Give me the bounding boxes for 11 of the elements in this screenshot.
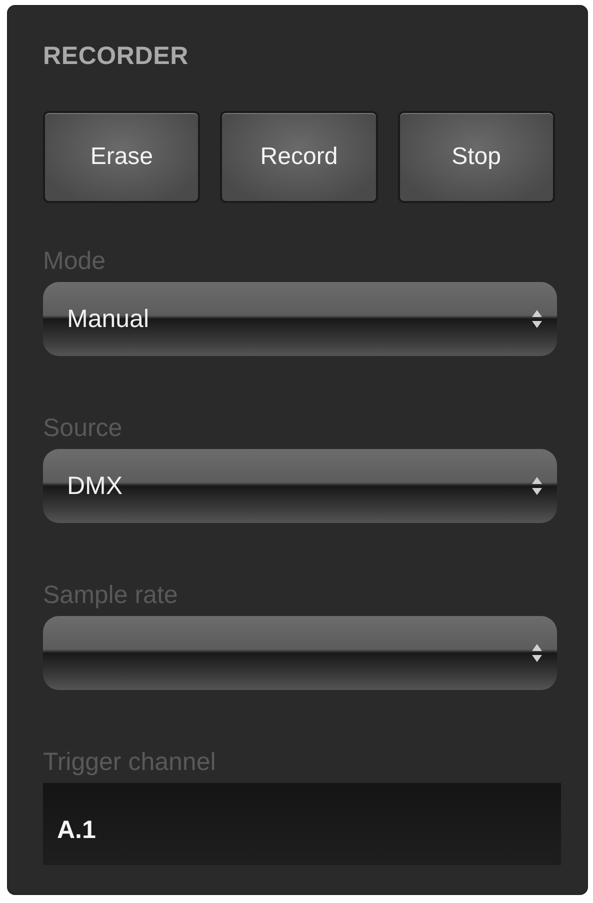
input-field[interactable]: A.1 xyxy=(43,783,561,865)
action-button[interactable]: Record xyxy=(220,111,378,203)
select-dropdown[interactable] xyxy=(43,616,557,690)
stepper-arrows-icon xyxy=(531,475,543,497)
panel-title: RECORDER xyxy=(43,42,190,71)
select-dropdown[interactable]: DMX xyxy=(43,449,557,523)
select-dropdown[interactable]: Manual xyxy=(43,282,557,356)
stepper-arrows-icon xyxy=(531,308,543,330)
action-button[interactable]: Stop xyxy=(398,111,555,203)
stepper-arrows-icon xyxy=(531,642,543,664)
action-button[interactable]: Erase xyxy=(43,111,200,203)
